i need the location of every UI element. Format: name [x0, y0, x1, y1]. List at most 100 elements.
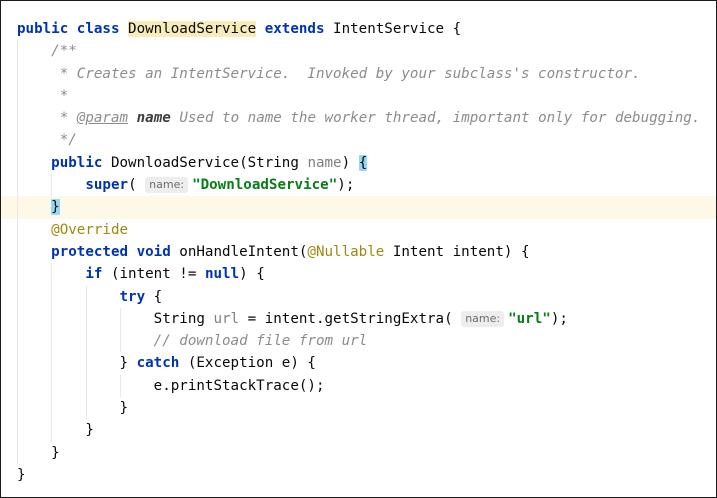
code-line: super( name: "DownloadService");	[1, 174, 716, 197]
code-text: (Exception e) {	[179, 355, 316, 372]
indent-guide	[17, 218, 18, 241]
parameter-name: name	[307, 154, 342, 171]
code-text: DownloadService(String	[110, 154, 308, 171]
code-text: ) {	[239, 266, 265, 283]
code-line: * @param name Used to name the worker th…	[1, 107, 716, 130]
keyword: protected void	[51, 243, 180, 260]
indent-guide	[120, 374, 121, 398]
matched-brace-close: }	[51, 199, 60, 216]
indent-guide	[120, 330, 121, 353]
indent-guide	[17, 40, 18, 63]
indent-guide	[86, 374, 87, 398]
code-text: Intent intent) {	[384, 243, 530, 260]
indent-guide	[17, 151, 18, 175]
indent-guide	[17, 330, 18, 353]
doc-comment: * Creates an IntentService. Invoked by y…	[59, 65, 641, 82]
code-line: /**	[1, 40, 716, 63]
code-line: */	[1, 129, 716, 152]
indent-guide	[86, 330, 87, 353]
indent-guide	[120, 307, 121, 331]
indent-guide	[17, 307, 18, 331]
code-line: try {	[1, 285, 716, 308]
indent-guide	[51, 285, 52, 308]
method-name: onHandleIntent(	[179, 243, 308, 260]
code-text: )	[341, 154, 359, 171]
indent-guide	[17, 397, 18, 420]
keyword: null	[204, 266, 240, 283]
code-line: *	[1, 84, 716, 108]
indent-guide	[17, 352, 18, 375]
code-line: } catch (Exception e) {	[1, 352, 716, 375]
class-name-highlight: DownloadService	[128, 21, 257, 37]
line-comment: // download file from url	[153, 333, 368, 350]
code-text: String	[153, 310, 214, 327]
indent-guide	[51, 352, 52, 375]
code-text: }	[17, 466, 26, 483]
code-text: (intent !=	[102, 266, 205, 283]
indent-guide	[51, 374, 52, 398]
indent-guide	[17, 240, 18, 264]
code-area[interactable]: public class DownloadService extends Int…	[1, 18, 716, 486]
code-text: {	[145, 288, 163, 305]
indent-guide	[17, 419, 18, 442]
code-text: }	[51, 444, 60, 461]
code-line: @Override	[1, 218, 716, 241]
doc-comment: /**	[51, 43, 77, 60]
indent-guide	[86, 397, 87, 420]
code-line: protected void onHandleIntent(@Nullable …	[1, 240, 716, 264]
indent-guide	[51, 419, 52, 442]
code-text: }	[85, 422, 94, 439]
code-editor[interactable]: public class DownloadService extends Int…	[0, 0, 717, 498]
doc-comment: *	[59, 110, 77, 127]
doc-comment: Used to name the worker thread, importan…	[170, 110, 701, 127]
parameter-hint: name:	[461, 310, 505, 327]
indent-guide	[17, 174, 18, 197]
keyword: super	[85, 177, 129, 194]
string-literal: "url"	[508, 310, 551, 327]
indent-guide	[86, 352, 87, 375]
indent-guide	[17, 62, 18, 85]
indent-guide	[17, 285, 18, 308]
annotation: @Nullable	[307, 243, 385, 260]
code-text: e.printStackTrace();	[153, 377, 325, 394]
indent-guide	[17, 263, 18, 286]
code-line: String url = intent.getStringExtra( name…	[1, 307, 716, 331]
code-line: * Creates an IntentService. Invoked by y…	[1, 62, 716, 85]
code-line: }	[1, 441, 716, 464]
code-text: }	[119, 355, 137, 372]
code-line: e.printStackTrace();	[1, 374, 716, 398]
code-line: public DownloadService(String name) {	[1, 151, 716, 175]
code-text: (	[128, 177, 146, 194]
javadoc-tag[interactable]: @param	[77, 110, 128, 126]
doc-comment: *	[59, 87, 69, 104]
code-text: }	[119, 400, 129, 417]
code-text: );	[550, 310, 568, 327]
indent-guide	[51, 174, 52, 197]
javadoc-param-name: name	[136, 110, 171, 127]
keyword: catch	[136, 355, 180, 372]
code-line: public class DownloadService extends Int…	[1, 18, 716, 40]
doc-comment: */	[59, 132, 77, 149]
parameter-hint: name:	[145, 177, 189, 194]
code-text: = intent.getStringExtra(	[239, 310, 462, 327]
code-text: IntentService {	[333, 21, 462, 37]
indent-guide	[51, 263, 52, 286]
code-line: }	[1, 464, 716, 486]
code-line: if (intent != null) {	[1, 263, 716, 286]
string-literal: "DownloadService"	[192, 177, 338, 194]
annotation: @Override	[51, 221, 129, 238]
matched-brace-open: {	[358, 154, 368, 171]
indent-guide	[17, 129, 18, 152]
code-line: // download file from url	[1, 330, 716, 353]
